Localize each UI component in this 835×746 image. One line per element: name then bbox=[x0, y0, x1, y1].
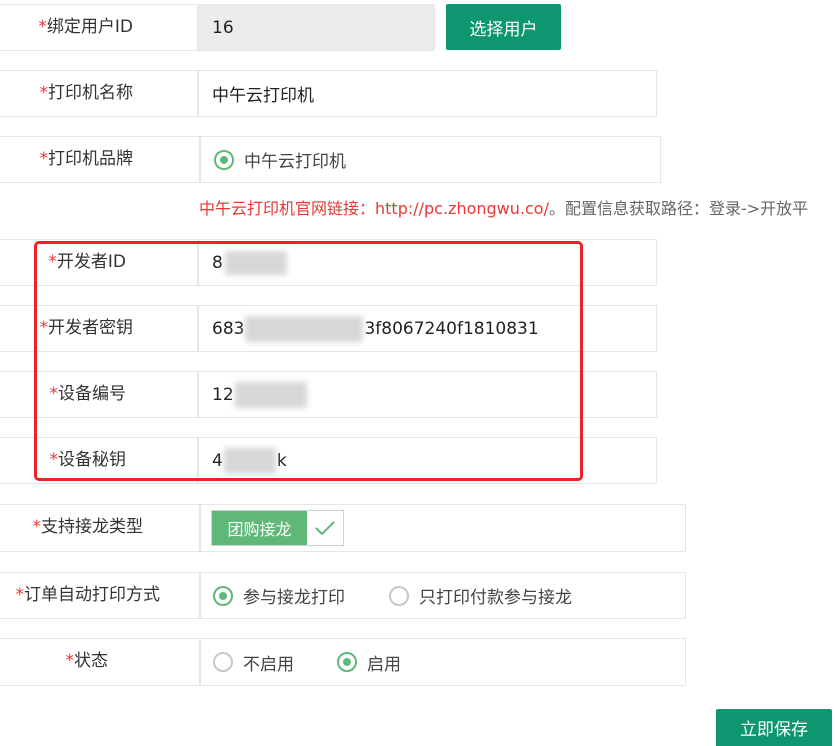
printer-name-input[interactable]: 中午云打印机 bbox=[198, 70, 657, 117]
radio-selected-icon[interactable] bbox=[214, 149, 234, 170]
radio-unselected-icon[interactable] bbox=[213, 652, 233, 672]
auto-print-option-label: 只打印付款参与接龙 bbox=[419, 588, 572, 608]
radio-selected-icon[interactable] bbox=[213, 585, 233, 606]
status-label: *状态 bbox=[0, 651, 109, 671]
status-option-enabled[interactable]: 启用 bbox=[337, 650, 401, 675]
status-option-disabled[interactable]: 不启用 bbox=[213, 650, 294, 675]
bind-user-label: *绑定用户ID bbox=[0, 17, 133, 37]
save-button[interactable]: 立即保存 bbox=[716, 709, 832, 746]
status-option-label: 启用 bbox=[367, 654, 401, 675]
printer-name-label-text: 打印机名称 bbox=[48, 83, 133, 103]
group-buy-checkbox[interactable]: 团购接龙 bbox=[211, 510, 344, 546]
check-icon bbox=[307, 511, 343, 545]
bind-user-label-text: 绑定用户ID bbox=[46, 17, 133, 37]
required-mark: * bbox=[39, 83, 49, 103]
radio-unselected-icon[interactable] bbox=[389, 585, 409, 606]
bind-user-id-value: 16 bbox=[212, 17, 234, 38]
auto-print-label-text: 订单自动打印方式 bbox=[24, 585, 160, 605]
brand-option-label: 中午云打印机 bbox=[244, 152, 346, 172]
auto-print-field: 参与接龙打印 只打印付款参与接龙 bbox=[200, 572, 686, 619]
bind-user-id-input[interactable]: 16 bbox=[198, 4, 435, 51]
auto-print-option-label: 参与接龙打印 bbox=[243, 588, 345, 608]
auto-print-label: *订单自动打印方式 bbox=[0, 585, 161, 605]
support-type-label: *支持接龙类型 bbox=[0, 517, 144, 537]
radio-selected-icon[interactable] bbox=[337, 652, 357, 672]
select-user-button[interactable]: 选择用户 bbox=[446, 4, 561, 50]
required-mark: * bbox=[65, 651, 75, 671]
auto-print-option-join[interactable]: 参与接龙打印 bbox=[213, 583, 345, 608]
printer-name-label: *打印机名称 bbox=[0, 83, 134, 103]
status-option-label: 不启用 bbox=[243, 654, 294, 675]
required-mark: * bbox=[32, 517, 42, 537]
printer-brand-label-text: 打印机品牌 bbox=[48, 149, 133, 169]
brand-radio-option[interactable]: 中午云打印机 bbox=[214, 147, 346, 172]
printer-name-value: 中午云打印机 bbox=[212, 86, 314, 106]
required-mark: * bbox=[15, 585, 25, 605]
auto-print-option-paid-only[interactable]: 只打印付款参与接龙 bbox=[389, 583, 572, 608]
printer-brand-label: *打印机品牌 bbox=[0, 149, 134, 169]
status-label-text: 状态 bbox=[74, 651, 108, 671]
required-mark: * bbox=[39, 149, 49, 169]
brand-note-text: 。配置信息获取路径：登录->开放平 bbox=[548, 199, 809, 218]
status-field: 不启用 启用 bbox=[200, 638, 686, 686]
printer-brand-field: 中午云打印机 bbox=[200, 136, 661, 183]
support-type-label-text: 支持接龙类型 bbox=[41, 517, 143, 537]
highlight-box bbox=[34, 241, 583, 481]
group-buy-tag: 团购接龙 bbox=[212, 511, 307, 545]
brand-note: 中午云打印机官网链接：http://pc.zhongwu.co/。配置信息获取路… bbox=[199, 195, 808, 219]
brand-site-link[interactable]: 中午云打印机官网链接：http://pc.zhongwu.co/ bbox=[199, 199, 549, 218]
required-mark: * bbox=[38, 17, 47, 37]
